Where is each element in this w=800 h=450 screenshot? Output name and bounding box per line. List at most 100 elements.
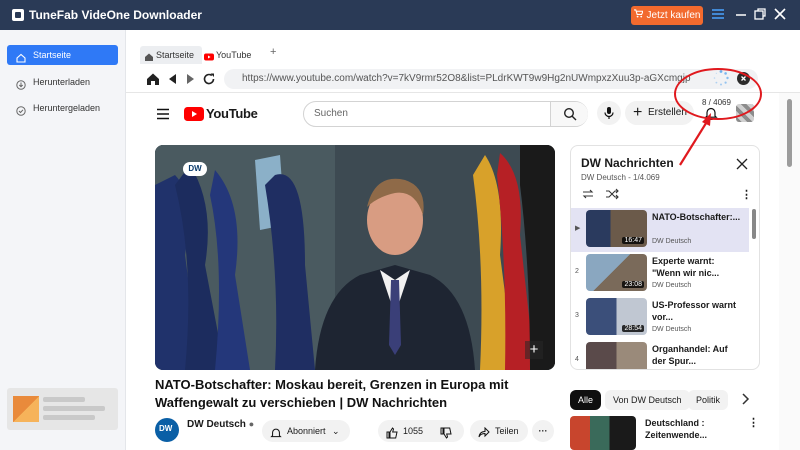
bell-icon [270, 425, 282, 438]
playlist-item[interactable]: 3 28:54 US-Professor warnt vor... DW Deu… [571, 296, 749, 340]
search-input[interactable]: Suchen [314, 108, 348, 119]
playlist-item[interactable]: 2 23:08 Experte warnt: "Wenn wir nic... … [571, 252, 749, 296]
browser-tab-bar: Startseite YouTube + [126, 30, 800, 65]
check-circle-icon [16, 103, 26, 116]
playlist-item[interactable]: ▶ 16:47 NATO-Botschafter:... DW Deutsch [571, 208, 749, 252]
cart-icon [633, 6, 644, 25]
youtube-logo-text: YouTube [206, 106, 258, 121]
expand-icon[interactable]: + [525, 341, 543, 359]
menu-icon[interactable] [711, 7, 727, 23]
minimize-icon[interactable] [734, 7, 750, 23]
tab-label: YouTube [216, 50, 252, 60]
playlist-item-duration: 23:08 [622, 281, 644, 288]
channel-watermark: DW [183, 162, 207, 176]
account-banner[interactable] [7, 388, 118, 430]
download-counter: 8 / 4069 [702, 98, 731, 107]
video-title: NATO-Botschafter: Moskau bereit, Grenzen… [155, 377, 509, 410]
thumbs-down-icon[interactable] [440, 425, 452, 447]
verified-icon: ● [248, 419, 255, 429]
microphone-icon [604, 107, 614, 119]
search-button[interactable] [550, 102, 588, 126]
youtube-logo-icon [184, 107, 204, 121]
blurred-text [43, 415, 95, 420]
thumbs-up-icon[interactable] [386, 425, 398, 439]
address-bar: https://www.youtube.com/watch?v=7kV9rmr5… [126, 65, 800, 93]
hamburger-menu-icon[interactable] [156, 108, 170, 120]
chip-channel[interactable]: Von DW Deutsch [605, 390, 690, 410]
avatar [13, 396, 39, 422]
chip-all[interactable]: Alle [570, 390, 602, 410]
share-button[interactable]: Teilen [470, 420, 528, 442]
share-icon [478, 425, 490, 438]
title-bar: TuneFab VideOne Downloader Jetzt kaufen [0, 0, 800, 30]
playlist-panel: DW Nachrichten DW Deutsch - 1/4.069 ⋮ ▶ … [570, 145, 760, 370]
notifications-bell-icon[interactable] [704, 106, 718, 121]
playlist-item-duration: 16:47 [622, 237, 644, 244]
channel-name[interactable]: DW Deutsch ● [187, 419, 254, 430]
close-playlist-icon[interactable] [736, 158, 748, 170]
page-scrollbar-thumb[interactable] [787, 99, 792, 167]
suggested-video-thumbnail[interactable] [570, 416, 636, 450]
blurred-text [43, 397, 85, 402]
playlist-subtitle: DW Deutsch - 1/4.069 [581, 173, 660, 182]
search-icon [563, 107, 577, 121]
create-label: Erstellen [648, 107, 687, 118]
reload-icon[interactable] [202, 72, 216, 86]
playlist-scrollbar[interactable] [752, 209, 756, 239]
tab-youtube[interactable]: YouTube [200, 46, 259, 64]
app-title: TuneFab VideOne Downloader [29, 8, 202, 22]
close-icon[interactable] [773, 7, 789, 23]
subscribe-label: Abonniert [287, 426, 326, 436]
chevron-right-icon[interactable] [738, 392, 752, 406]
sidebar-item-download[interactable]: Herunterladen [7, 72, 118, 92]
sidebar-item-label: Heruntergeladen [33, 103, 101, 113]
playlist-item-channel: DW Deutsch [652, 238, 692, 245]
more-actions-button[interactable]: ··· [532, 420, 554, 442]
playlist-item[interactable]: 4 Organhandel: Auf der Spur... [571, 340, 749, 369]
share-label: Teilen [495, 426, 519, 436]
playlist-item-index: 4 [575, 356, 579, 363]
like-count: 1055 [403, 426, 424, 436]
url-field[interactable]: https://www.youtube.com/watch?v=7kV9rmr5… [224, 69, 758, 89]
sidebar-item-label: Herunterladen [33, 77, 91, 87]
subscribe-button[interactable]: Abonniert ⌄ [262, 420, 350, 442]
buy-now-button[interactable]: Jetzt kaufen [631, 6, 703, 25]
voice-search-button[interactable] [597, 101, 621, 125]
page-scrollbar[interactable] [779, 93, 800, 450]
playlist-item-duration: 28:54 [622, 325, 644, 332]
playlist-title: DW Nachrichten [581, 156, 674, 170]
video-frame [155, 145, 555, 370]
loading-spinner-icon [712, 69, 730, 87]
playlist-item-title: Organhandel: Auf der Spur... [652, 344, 728, 366]
playlist-item-index: 2 [575, 268, 579, 275]
suggested-video-title[interactable]: Deutschland : Zeitenwende... [645, 417, 745, 441]
sidebar-item-home[interactable]: Startseite [7, 45, 118, 65]
more-vertical-icon[interactable]: ⋮ [748, 416, 759, 429]
avatar[interactable] [736, 104, 754, 122]
channel-avatar[interactable]: DW [155, 418, 179, 442]
maximize-icon[interactable] [753, 7, 769, 23]
shuffle-icon[interactable] [605, 188, 619, 200]
sidebar-item-downloaded[interactable]: Heruntergeladen [7, 98, 118, 118]
clear-url-icon[interactable] [737, 72, 750, 85]
video-player[interactable]: DW + [155, 145, 555, 370]
sidebar-item-label: Startseite [33, 50, 72, 60]
app-logo-icon [12, 9, 24, 21]
more-vertical-icon[interactable]: ⋮ [741, 188, 752, 201]
back-icon[interactable] [166, 72, 180, 86]
chip-politics[interactable]: Politik [688, 390, 728, 410]
channel-avatar-text: DW [159, 424, 173, 433]
playlist-item-index: ▶ [575, 225, 581, 232]
new-tab-button[interactable]: + [270, 46, 276, 58]
create-button[interactable]: + Erstellen [625, 101, 694, 125]
like-dislike-group[interactable]: 1055 [378, 420, 464, 442]
search-box[interactable]: Suchen [303, 101, 588, 127]
tab-startseite[interactable]: Startseite [140, 46, 203, 64]
playlist-item-thumbnail: 23:08 [586, 254, 647, 291]
playlist-item-title: US-Professor warnt vor... [652, 300, 737, 322]
playlist-item-thumbnail: 28:54 [586, 298, 647, 335]
home-icon[interactable] [146, 72, 160, 86]
loop-icon[interactable] [581, 188, 595, 200]
blurred-text [43, 406, 105, 411]
forward-icon[interactable] [183, 72, 197, 86]
